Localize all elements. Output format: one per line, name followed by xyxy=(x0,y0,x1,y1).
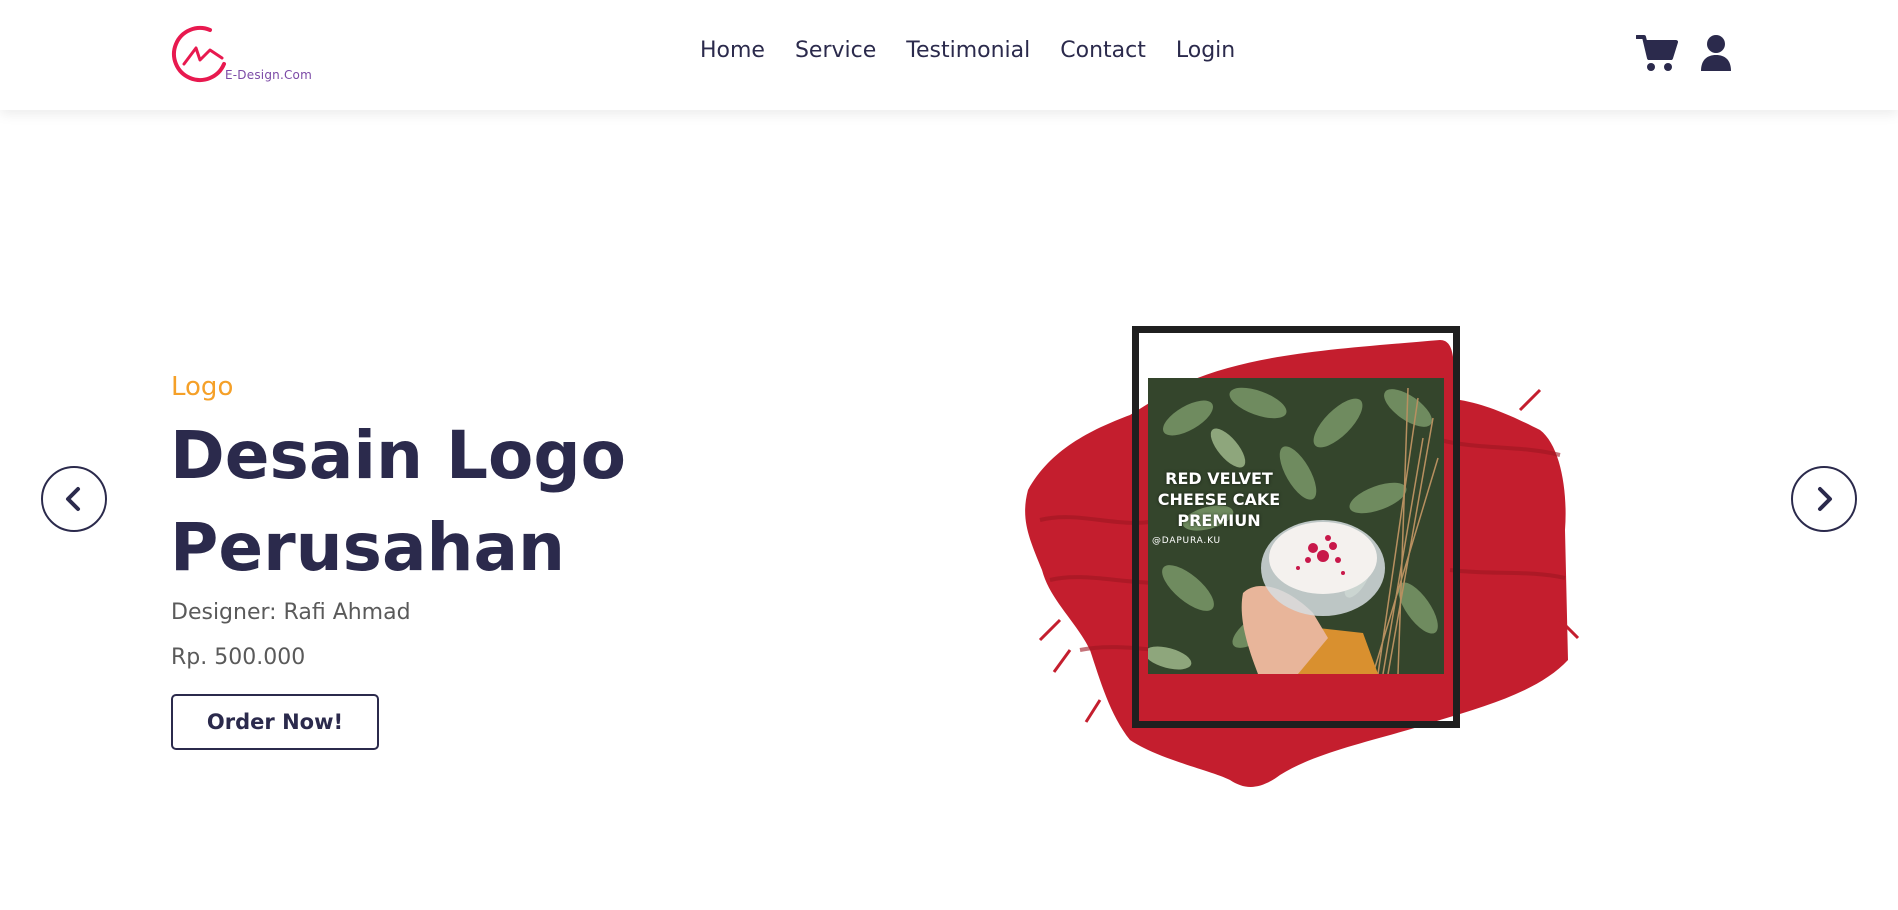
brand-logo[interactable]: E-Design.Com xyxy=(170,24,330,84)
hero-subtitle: Logo xyxy=(171,372,234,402)
carousel-prev-button[interactable] xyxy=(41,466,107,532)
photo-handle: @DAPURA.KU xyxy=(1152,536,1221,546)
brand-name: E-Design.Com xyxy=(225,68,312,82)
nav-service[interactable]: Service xyxy=(795,38,876,63)
nav-contact[interactable]: Contact xyxy=(1060,38,1146,63)
chevron-left-icon xyxy=(66,487,80,511)
main-nav: Home Service Testimonial Contact Login xyxy=(700,38,1265,63)
hero-designer: Designer: Rafi Ahmad xyxy=(171,600,411,625)
carousel-next-button[interactable] xyxy=(1791,466,1857,532)
chevron-right-icon xyxy=(1818,487,1832,511)
user-icon[interactable] xyxy=(1700,34,1732,76)
hero-title: Desain Logo Perusahan xyxy=(170,417,626,586)
nav-icons xyxy=(1635,34,1732,76)
product-photo: RED VELVET CHEESE CAKE PREMIUN @DAPURA.K… xyxy=(1148,378,1444,674)
nav-testimonial[interactable]: Testimonial xyxy=(906,38,1030,63)
swoosh-logo-icon xyxy=(172,26,226,82)
hero-price: Rp. 500.000 xyxy=(171,645,306,670)
navbar: E-Design.Com Home Service Testimonial Co… xyxy=(0,0,1898,110)
nav-login[interactable]: Login xyxy=(1176,38,1235,63)
order-now-button[interactable]: Order Now! xyxy=(171,694,379,750)
nav-home[interactable]: Home xyxy=(700,38,765,63)
photo-caption: RED VELVET CHEESE CAKE PREMIUN xyxy=(1157,469,1281,530)
hero-image: RED VELVET CHEESE CAKE PREMIUN @DAPURA.K… xyxy=(1020,320,1580,800)
cart-icon[interactable] xyxy=(1635,34,1678,76)
